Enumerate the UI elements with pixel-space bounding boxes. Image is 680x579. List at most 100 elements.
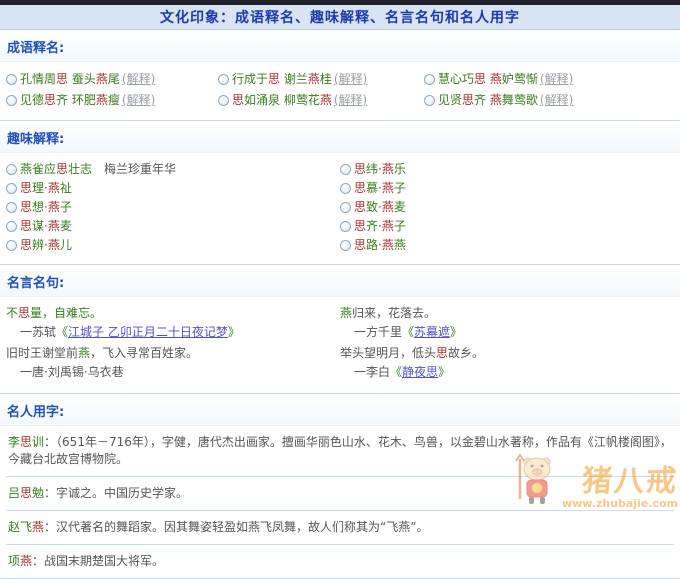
radio-button[interactable] xyxy=(6,240,17,251)
text-segment: 思 xyxy=(354,238,367,252)
idiom-text: 行成于思 谢兰燕桂 xyxy=(232,69,332,90)
page-title: 文化印象：成语释名、趣味解释、名言名句和名人用字 xyxy=(160,10,520,26)
text-segment: 燕雀应 xyxy=(20,162,57,176)
idiom-text: 见德思齐 环肥燕瘦 xyxy=(20,90,120,111)
explain-link[interactable]: (解释) xyxy=(122,90,155,111)
text-segment: 慧心巧 xyxy=(438,72,475,86)
text-segment: 一方千里 xyxy=(354,325,403,339)
radio-button[interactable] xyxy=(6,183,17,194)
text-segment: 思 xyxy=(268,72,281,86)
text-segment: 思 xyxy=(436,346,449,360)
text-segment: 燕 xyxy=(47,200,60,214)
radio-button[interactable] xyxy=(340,202,351,213)
text-segment: 理 xyxy=(32,181,45,195)
text-segment: 行成于 xyxy=(232,72,269,86)
text-segment: 麦 xyxy=(59,219,72,233)
text-segment: 训 xyxy=(32,435,45,449)
idioms-column-3: 慧心巧思 燕妒莺惭 (解释) 见贤思齐 燕舞莺歌 (解释) xyxy=(424,69,674,111)
text-segment: 》 xyxy=(438,365,451,379)
section-quotes: 名言名句: 不思量，自难忘。 一苏轼《江城子 乙卯正月二十日夜记梦》 旧时王谢堂… xyxy=(0,265,680,394)
radio-button[interactable] xyxy=(6,164,17,175)
radio-button[interactable] xyxy=(218,74,229,85)
text-segment: 梅兰珍重年华 xyxy=(92,162,177,176)
section-fun-interpretations: 趣味解释: 燕雀应思壮志 梅兰珍重年华 思理·燕祉 思想·燕子 思谋·燕麦 思辨… xyxy=(0,121,680,265)
radio-button[interactable] xyxy=(424,95,435,106)
quote-text: 燕归来，花落去。 xyxy=(340,304,674,323)
idiom-option: 见德思齐 环肥燕瘦 (解释) xyxy=(6,90,218,111)
idioms-column-1: 孔情周思 蚕头燕尾 (解释) 见德思齐 环肥燕瘦 (解释) xyxy=(6,69,218,111)
text-segment: 思 xyxy=(354,181,367,195)
text-segment: 麦 xyxy=(393,200,406,214)
text-segment: 慕 xyxy=(366,181,379,195)
text-segment: 《 xyxy=(56,325,69,339)
quote-link[interactable]: 静夜思 xyxy=(402,365,438,379)
idiom-option: 行成于思 谢兰燕桂 (解释) xyxy=(218,69,424,90)
text-segment: 李 xyxy=(8,435,21,449)
radio-button[interactable] xyxy=(6,74,17,85)
fun-option: 思谋·燕麦 xyxy=(6,217,340,236)
text-segment: 燕 xyxy=(319,93,332,107)
explain-link[interactable]: (解释) xyxy=(334,90,367,111)
fun-text: 思慕·燕子 xyxy=(354,179,406,198)
text-segment: 不 xyxy=(6,306,19,320)
radio-button[interactable] xyxy=(6,221,17,232)
text-segment: 思 xyxy=(20,200,33,214)
text-segment: 一李白 xyxy=(354,365,391,379)
text-segment: 尾 xyxy=(107,72,120,86)
text-segment: 思 xyxy=(20,238,33,252)
radio-button[interactable] xyxy=(340,183,351,194)
text-segment: 乐 xyxy=(393,162,406,176)
section-quotes-header: 名言名句: xyxy=(0,265,680,297)
section-idioms-body: 孔情周思 蚕头燕尾 (解释) 见德思齐 环肥燕瘦 (解释) 行成于思 谢兰燕桂 … xyxy=(0,62,680,120)
title-bar: 文化印象：成语释名、趣味解释、名言名句和名人用字 xyxy=(0,5,680,30)
quote-link[interactable]: 江城子 乙卯正月二十日夜记梦 xyxy=(68,325,228,339)
text-segment: 思 xyxy=(56,72,69,86)
radio-button[interactable] xyxy=(218,95,229,106)
explain-link[interactable]: (解释) xyxy=(540,90,573,111)
quote-attribution: 一唐·刘禹锡·乌衣巷 xyxy=(6,363,340,384)
text-segment: 燕 xyxy=(393,238,406,252)
text-segment: 项 xyxy=(8,554,21,568)
section-famous-people: 名人用字: 李思训：（651年－716年），字健，唐代杰出画家。擅画华丽色山水、… xyxy=(0,394,680,579)
text-segment: 赵飞 xyxy=(8,520,33,534)
quote-text: 旧时王谢堂前燕，飞入寻常百姓家。 xyxy=(6,344,340,363)
fun-text: 思齐·燕子 xyxy=(354,217,406,236)
quote-attribution: 一苏轼《江城子 乙卯正月二十日夜记梦》 xyxy=(6,323,340,344)
text-segment: 燕 xyxy=(47,238,60,252)
text-segment: 纬 xyxy=(366,162,379,176)
text-segment: 燕 xyxy=(95,72,108,86)
text-segment: ，飞入寻常百姓家。 xyxy=(90,346,199,360)
text-segment: 一苏轼 xyxy=(20,325,57,339)
radio-button[interactable] xyxy=(6,95,17,106)
section-idioms-header: 成语释名: xyxy=(0,30,680,62)
text-segment: 子 xyxy=(393,219,406,233)
fun-option: 思理·燕祉 xyxy=(6,179,340,198)
explain-link[interactable]: (解释) xyxy=(334,69,367,90)
famous-person-entry: 赵飞燕：汉代著名的舞蹈家。因其舞姿轻盈如燕飞凤舞，故人们称其为“飞燕”。 xyxy=(6,510,674,544)
text-segment: 儿 xyxy=(59,238,72,252)
text-segment: 》 xyxy=(227,325,240,339)
text-segment: 齐 xyxy=(474,93,490,107)
text-segment: 燕 xyxy=(95,93,108,107)
text-segment: 燕 xyxy=(381,238,394,252)
radio-button[interactable] xyxy=(340,240,351,251)
text-segment: 思 xyxy=(474,72,487,86)
text-segment: 燕 xyxy=(47,181,60,195)
explain-link[interactable]: (解释) xyxy=(540,69,573,90)
section-fun-header: 趣味解释: xyxy=(0,121,680,153)
text-segment: 思 xyxy=(354,200,367,214)
radio-button[interactable] xyxy=(424,74,435,85)
radio-button[interactable] xyxy=(6,202,17,213)
fun-option: 思纬·燕乐 xyxy=(340,160,674,179)
explain-link[interactable]: (解释) xyxy=(122,69,155,90)
text-segment: 桂 xyxy=(319,72,332,86)
text-segment: 思 xyxy=(20,435,33,449)
text-segment: ：字诚之。中国历史学家。 xyxy=(44,486,189,500)
famous-person-entry: 吕思勉：字诚之。中国历史学家。 xyxy=(6,476,674,510)
section-famous-header: 名人用字: xyxy=(0,394,680,426)
text-segment: 旧时王谢堂前 xyxy=(6,346,79,360)
quote-link[interactable]: 苏幕遮 xyxy=(414,325,450,339)
text-segment: 勉 xyxy=(32,486,45,500)
radio-button[interactable] xyxy=(340,164,351,175)
radio-button[interactable] xyxy=(340,221,351,232)
